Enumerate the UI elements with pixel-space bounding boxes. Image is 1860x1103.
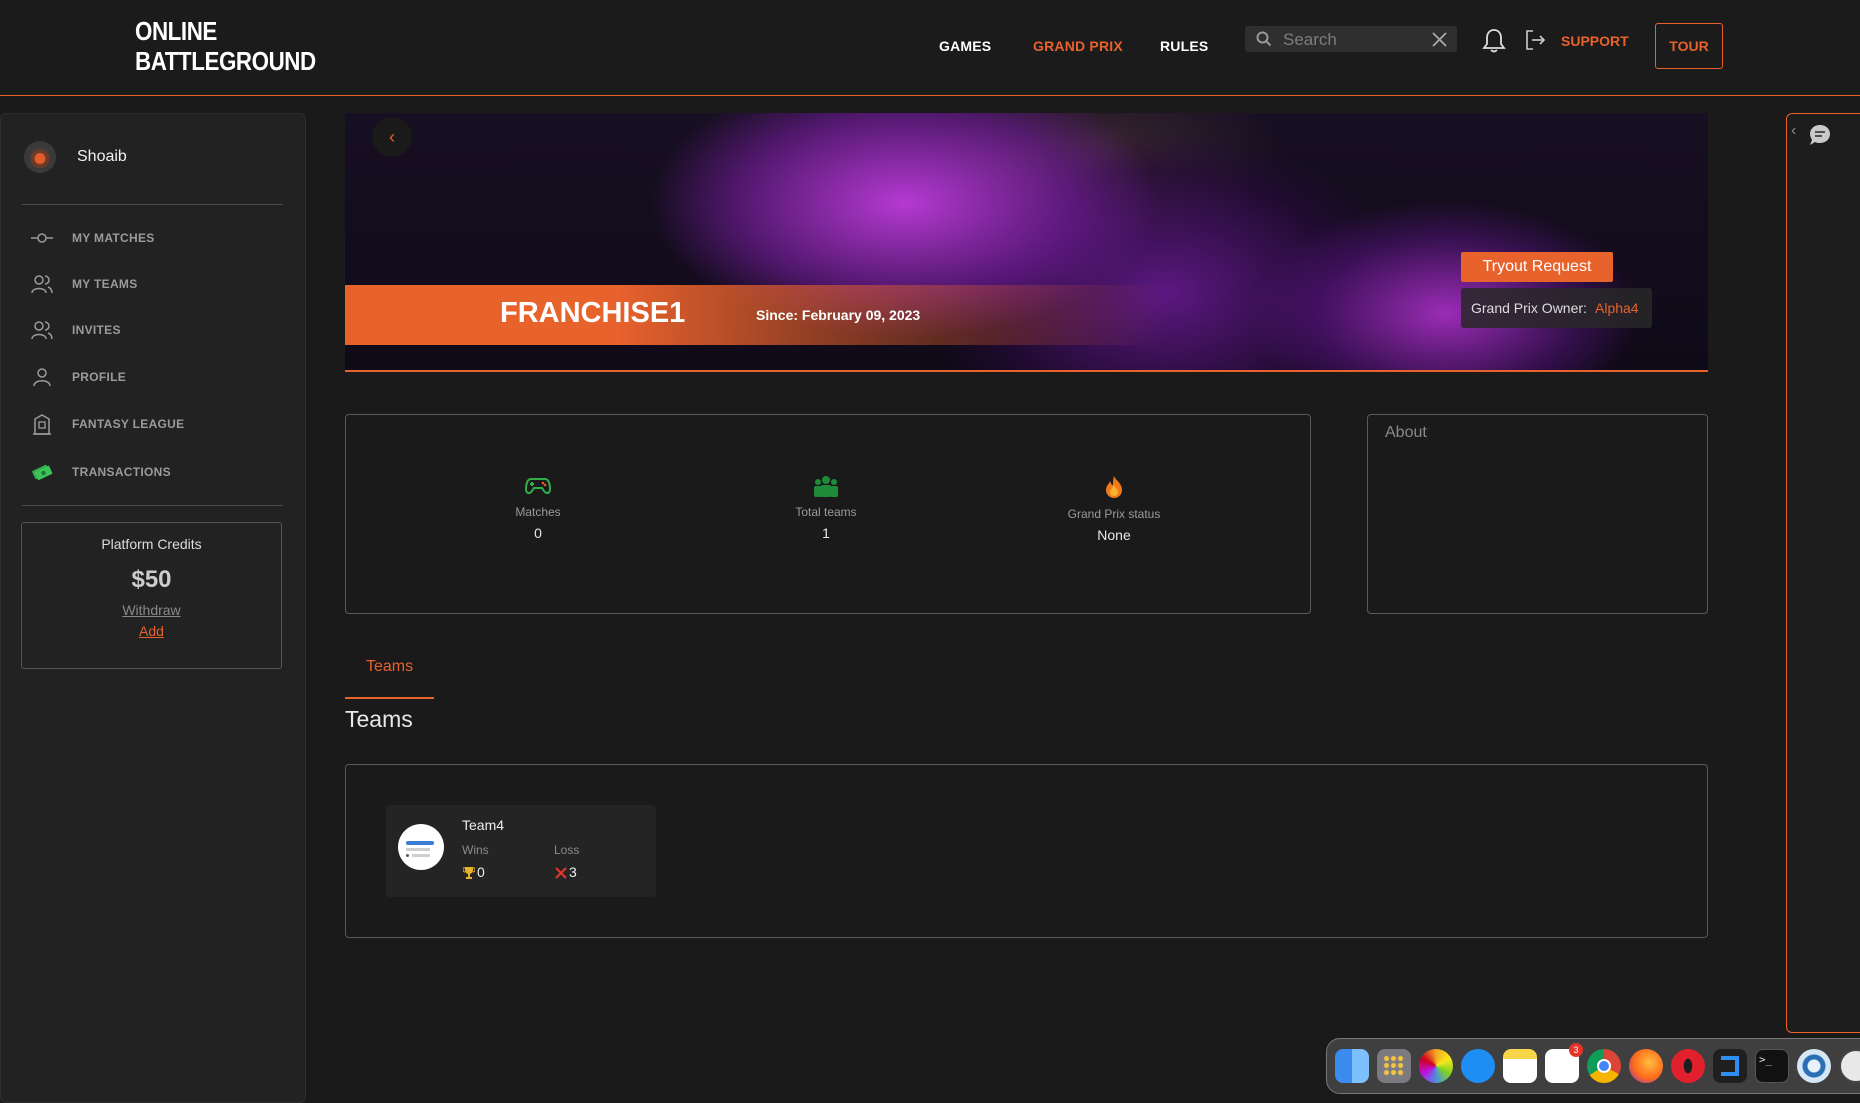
franchise-stats-card: Matches 0 Total teams 1 Grand Prix statu… [345,414,1311,614]
sidebar-divider [22,204,283,205]
finder-icon[interactable] [1335,1049,1369,1083]
sidebar-item-label: MY TEAMS [72,277,138,291]
search-input[interactable] [1281,26,1425,54]
stat-label: Matches [515,505,561,519]
fire-icon [1106,476,1122,498]
sidebar-item-my-teams[interactable]: MY TEAMS [31,270,271,298]
trophy-icon [463,867,475,879]
team-logo [398,824,444,870]
franchise-since: Since: February 09, 2023 [756,307,921,323]
chrome-icon[interactable] [1587,1049,1621,1083]
tryout-request-button[interactable]: Tryout Request [1461,252,1613,282]
sidebar-item-label: FANTASY LEAGUE [72,417,185,431]
search-icon [1256,31,1272,47]
platform-credits-card: Platform Credits $50 Withdraw Add [21,522,282,669]
teams-heading: Teams [345,706,413,732]
clock-icon[interactable] [1839,1049,1860,1083]
opera-icon[interactable] [1671,1049,1705,1083]
search-box [1245,26,1457,54]
chat-panel: ‹ [1786,113,1860,1033]
bell-icon[interactable] [1482,28,1506,54]
logo-line-1: ONLINE [135,16,217,46]
stat-matches: Matches 0 [458,475,618,541]
sidebar-item-label: TRANSACTIONS [72,465,171,479]
withdraw-link[interactable]: Withdraw [122,602,180,618]
wins-label: Wins [462,843,489,857]
sidebar-item-my-matches[interactable]: MY MATCHES [31,224,271,252]
stat-value: 0 [534,525,542,541]
chevron-left-icon: ‹ [389,126,395,147]
chat-icon[interactable] [1808,123,1832,147]
firefox-icon[interactable] [1629,1049,1663,1083]
nav-rules[interactable]: RULES [1160,38,1208,54]
clear-search-icon[interactable] [1432,32,1447,47]
stat-total-teams: Total teams 1 [746,475,906,541]
stat-value: 1 [822,525,830,541]
franchise-banner: ‹ FRANCHISE1 Since: February 09, 2023 Tr… [345,113,1708,372]
back-button[interactable]: ‹ [372,117,412,157]
sidebar-item-transactions[interactable]: TRANSACTIONS [31,458,271,486]
franchise-name: FRANCHISE1 [500,297,686,329]
credits-title: Platform Credits [101,536,202,552]
add-credits-link[interactable]: Add [139,623,164,639]
gamepad-icon [524,478,552,495]
sidebar: Shoaib MY MATCHES MY TEAMS INVITES PROFI… [0,113,306,1103]
wins-value: 0 [477,864,485,880]
stat-value: None [1097,527,1131,543]
support-link[interactable]: SUPPORT [1561,33,1629,49]
terminal-icon[interactable]: >_ [1755,1049,1789,1083]
quicktime-icon[interactable] [1797,1049,1831,1083]
top-navbar: ONLINE BATTLEGROUND GAMES GRAND PRIX RUL… [0,0,1860,96]
invites-icon [31,321,53,340]
tab-teams[interactable]: Teams [345,655,434,699]
reminders-icon[interactable]: 3 [1545,1043,1583,1083]
notes-icon[interactable] [1503,1049,1537,1083]
macos-dock: 3 >_ [1326,1038,1860,1094]
loss-value: 3 [569,864,577,880]
team-card[interactable]: Team4 Wins Loss 0 3 [386,805,656,897]
chevron-left-icon[interactable]: ‹ [1791,122,1796,140]
fantasy-league-icon [33,414,51,435]
sidebar-item-invites[interactable]: INVITES [31,316,271,344]
sidebar-item-label: INVITES [72,323,121,337]
sidebar-divider [22,505,283,506]
avatar[interactable] [24,141,56,173]
teams-icon [31,275,53,294]
owner-label: Grand Prix Owner: [1471,300,1587,316]
launchpad-icon[interactable] [1377,1049,1411,1083]
notification-badge: 3 [1569,1043,1583,1057]
logo-line-2: BATTLEGROUND [135,46,316,76]
stat-label: Total teams [795,505,857,519]
tour-button[interactable]: TOUR [1655,23,1723,69]
vscode-icon[interactable] [1713,1049,1747,1083]
teams-list: Team4 Wins Loss 0 3 [345,764,1708,938]
loss-label: Loss [554,843,580,857]
money-icon [32,464,53,481]
sidebar-item-profile[interactable]: PROFILE [31,363,271,391]
sidebar-item-label: MY MATCHES [72,231,155,245]
logout-icon[interactable] [1524,29,1546,51]
stat-grand-prix-status: Grand Prix status None [1034,475,1194,543]
credits-amount: $50 [131,566,172,593]
safari-icon[interactable] [1461,1049,1495,1083]
owner-name-link[interactable]: Alpha4 [1595,300,1639,316]
nav-games[interactable]: GAMES [939,38,991,54]
team-name: Team4 [462,817,505,833]
about-card: About [1367,414,1708,614]
group-icon [814,476,838,497]
stat-label: Grand Prix status [1067,507,1161,521]
grand-prix-owner: Grand Prix Owner: Alpha4 [1461,288,1652,328]
username: Shoaib [77,148,127,165]
profile-icon [33,368,51,387]
sidebar-item-label: PROFILE [72,370,127,384]
sidebar-item-fantasy-league[interactable]: FANTASY LEAGUE [31,410,271,438]
about-title: About [1385,424,1427,441]
matches-icon [31,233,53,243]
app-logo[interactable]: ONLINE BATTLEGROUND [135,16,316,76]
nav-grand-prix[interactable]: GRAND PRIX [1033,38,1123,54]
photos-icon[interactable] [1419,1049,1453,1083]
cross-icon [555,867,567,879]
banner-title-strip: FRANCHISE1 Since: February 09, 2023 [345,285,1165,345]
